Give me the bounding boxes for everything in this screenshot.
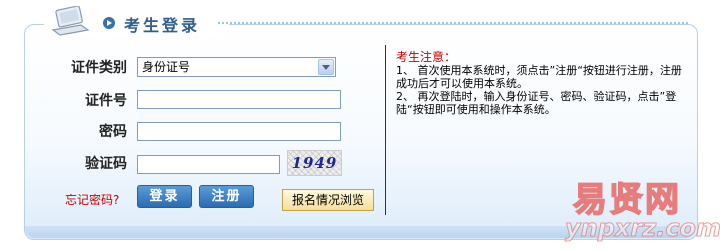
notice-title: 考生注意： [396, 50, 457, 64]
page-title: 考生登录 [124, 16, 201, 35]
captcha-image[interactable]: 1949 [287, 150, 342, 176]
id-type-select[interactable]: 身份证号 [137, 57, 336, 77]
login-button[interactable]: 登录 [137, 185, 192, 208]
captcha-label: 验证码 [85, 156, 127, 172]
notice-item-2: 2、 再次登陆时，输入身份证号、密码、验证码，点击”登陆“按钮即可使用和操作本系… [396, 90, 677, 116]
id-type-label: 证件类别 [71, 60, 127, 76]
header-dotted-line [218, 22, 688, 24]
watermark-en: ynpxrz.com [564, 214, 720, 243]
id-number-label: 证件号 [85, 93, 127, 109]
notice-item-1: 1、 首次使用本系统时，须点击”注册“按钮进行注册，注册成功后才可以使用本系统。 [396, 64, 682, 90]
site-watermark: 易贤网 ynpxrz.com [564, 172, 720, 247]
title-bullet-icon [103, 17, 115, 29]
register-button[interactable]: 注册 [199, 185, 254, 208]
password-label: 密码 [99, 124, 127, 140]
password-input[interactable] [137, 122, 341, 141]
forgot-password-link[interactable]: 忘记密码? [65, 191, 119, 208]
notice-panel: 考生注意： 1、 首次使用本系统时，须点击”注册“按钮进行注册，注册成功后才可以… [396, 50, 686, 117]
chevron-down-icon[interactable] [318, 59, 334, 75]
id-number-input[interactable] [137, 90, 341, 109]
vertical-divider [385, 45, 386, 215]
laptop-icon [51, 6, 90, 36]
browse-registration-button[interactable]: 报名情况浏览 [282, 189, 374, 211]
captcha-input[interactable] [137, 155, 280, 174]
login-page: 考生登录 证件类别 身份证号 证件号 密码 验证码 1949 忘记密码? 登录 … [0, 0, 720, 251]
id-type-selected-value: 身份证号 [142, 60, 191, 74]
